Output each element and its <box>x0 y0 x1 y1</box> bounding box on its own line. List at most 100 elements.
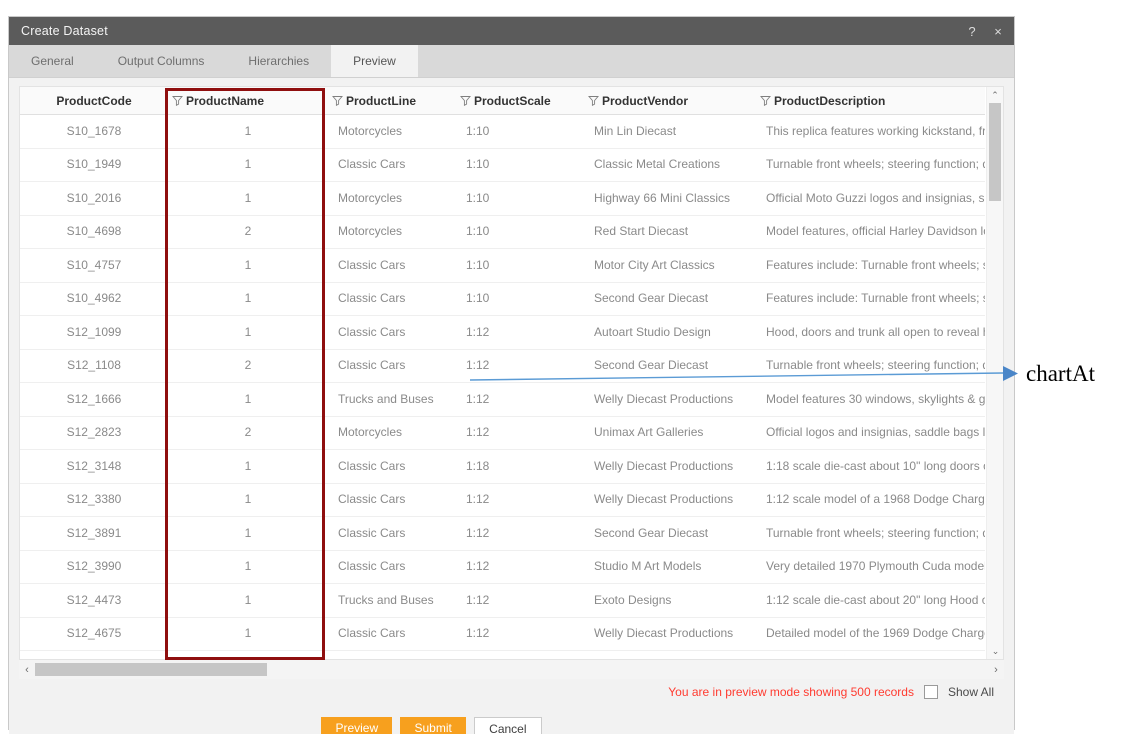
table-row[interactable]: S12_1666 1 Trucks and Buses 1:12 Welly Dieca… <box>20 383 985 417</box>
column-header-label: ProductVendor <box>602 93 689 108</box>
cell-productcode: S12_3148 <box>66 458 122 473</box>
tab-general[interactable]: General <box>9 45 96 77</box>
column-header-productcode[interactable]: ProductCode <box>20 87 168 115</box>
dialog-titlebar: Create Dataset ? × <box>9 17 1014 45</box>
table-row[interactable]: S12_4473 1 Trucks and Buses 1:12 Exoto Desig… <box>20 584 985 618</box>
cell-productcode: S12_1108 <box>67 358 121 372</box>
tab-hierarchies[interactable]: Hierarchies <box>226 45 331 77</box>
cell-productcode: S12_4473 <box>66 592 122 607</box>
cell-productcode: S12_4675 <box>66 626 122 640</box>
cell-productdescription: Features include: Turnable front wheels;… <box>766 291 985 305</box>
cell-productcode: S10_4757 <box>66 257 122 272</box>
scroll-down-icon[interactable]: ⌄ <box>987 643 1003 659</box>
table-row[interactable]: S12_1099 1 Classic Cars 1:12 Autoart Studio … <box>20 316 985 350</box>
cell-productvendor: Studio M Art Models <box>594 559 702 573</box>
column-header-productline[interactable]: ProductLine <box>328 87 456 115</box>
filter-icon[interactable] <box>756 95 774 106</box>
filter-icon[interactable] <box>456 95 474 106</box>
cell-productscale: 1:12 <box>466 492 490 506</box>
submit-button[interactable]: Submit <box>400 717 467 734</box>
table-row[interactable]: S10_2016 1 Motorcycles 1:10 Highway 66 Mini … <box>20 182 985 216</box>
cell-productscale: 1:12 <box>466 324 490 339</box>
table-row[interactable]: S10_4757 1 Classic Cars 1:10 Motor City Art … <box>20 249 985 283</box>
cell-productname: 1 <box>244 525 252 540</box>
cell-productline: Trucks and Buses <box>338 592 434 607</box>
scroll-left-icon[interactable]: ‹ <box>19 664 35 676</box>
cell-productscale: 1:12 <box>466 391 490 406</box>
column-header-label: ProductLine <box>346 93 417 108</box>
tab-preview[interactable]: Preview <box>331 45 418 77</box>
table-row[interactable]: S10_4698 2 Motorcycles 1:10 Red Start Diecas… <box>20 215 985 249</box>
cell-productname: 1 <box>244 458 252 473</box>
table-row[interactable]: S12_3380 1 Classic Cars 1:12 Welly Diecast P… <box>20 483 985 517</box>
cell-productvendor: Highway 66 Mini Classics <box>594 190 731 205</box>
cell-productcode: S12_3380 <box>66 492 122 506</box>
table-row[interactable]: S12_2823 2 Motorcycles 1:12 Unimax Art Galle… <box>20 416 985 450</box>
column-header-productvendor[interactable]: ProductVendor <box>584 87 756 115</box>
table-row[interactable]: S12_4675 1 Classic Cars 1:12 Welly Diecast P… <box>20 617 985 651</box>
cell-productcode: S10_1678 <box>66 123 122 138</box>
cell-productscale: 1:10 <box>466 157 490 171</box>
cell-productname: 1 <box>244 324 252 339</box>
cell-productname: 2 <box>244 358 252 372</box>
cell-productvendor: Motor City Art Classics <box>594 257 715 272</box>
scroll-up-icon[interactable]: ⌃ <box>987 87 1003 103</box>
filter-icon[interactable] <box>584 95 602 106</box>
cell-productscale: 1:12 <box>466 559 490 573</box>
cell-productname: 2 <box>244 425 252 439</box>
cell-productcode: S10_4962 <box>66 291 122 305</box>
cell-productline: Motorcycles <box>338 425 403 439</box>
cell-productscale: 1:18 <box>466 458 490 473</box>
cell-productdescription: Hood, doors and trunk all open to reveal… <box>766 324 985 339</box>
column-header-productname[interactable]: ProductName <box>168 87 328 115</box>
titlebar-actions: ? × <box>966 17 1004 45</box>
filter-icon[interactable] <box>168 95 186 106</box>
table-row[interactable]: S12_3148 1 Classic Cars 1:18 Welly Diecast P… <box>20 450 985 484</box>
cell-productvendor: Red Start Diecast <box>594 224 689 238</box>
cell-productcode: S10_2016 <box>66 190 122 205</box>
show-all-checkbox[interactable] <box>923 685 938 699</box>
table-row[interactable]: S12_1108 2 Classic Cars 1:12 Second Gear Die… <box>20 349 985 383</box>
cell-productname: 2 <box>244 224 252 238</box>
cell-productline: Motorcycles <box>338 190 403 205</box>
table-row[interactable]: S12_3990 1 Classic Cars 1:12 Studio M Art Mo… <box>20 550 985 584</box>
cell-productcode: S12_1099 <box>66 324 122 339</box>
column-header-label: ProductName <box>186 93 265 108</box>
table-row[interactable]: S10_1949 1 Classic Cars 1:10 Classic Metal C… <box>20 148 985 182</box>
cell-productvendor: Welly Diecast Productions <box>594 492 734 506</box>
tab-output-columns[interactable]: Output Columns <box>96 45 227 77</box>
preview-button[interactable]: Preview <box>321 717 393 734</box>
table-row[interactable]: S12_3891 1 Classic Cars 1:12 Second Gear Die… <box>20 517 985 551</box>
close-icon[interactable]: × <box>992 25 1004 38</box>
dialog-title: Create Dataset <box>21 24 108 38</box>
preview-data-grid: ProductCode ProductName ProductLine Prod… <box>19 86 1004 660</box>
cell-productname: 1 <box>244 391 252 406</box>
cell-productscale: 1:10 <box>466 257 490 272</box>
vertical-scrollbar-thumb[interactable] <box>989 103 1001 201</box>
horizontal-scrollbar-thumb[interactable] <box>35 663 267 676</box>
column-header-productdescription[interactable]: ProductDescription <box>756 87 985 115</box>
filter-icon[interactable] <box>328 95 346 106</box>
table-row[interactable]: S10_1678 1 Motorcycles 1:10 Min Lin Diecast T… <box>20 115 985 149</box>
cancel-button[interactable]: Cancel <box>474 717 542 734</box>
tab-strip: General Output Columns Hierarchies Previ… <box>9 45 1014 78</box>
cell-productline: Classic Cars <box>338 492 406 506</box>
scroll-right-icon[interactable]: › <box>988 664 1004 676</box>
cell-productdescription: Turnable front wheels; steering function… <box>766 358 985 372</box>
cell-productscale: 1:10 <box>466 291 490 305</box>
column-header-productscale[interactable]: ProductScale <box>456 87 584 115</box>
cell-productline: Motorcycles <box>338 123 403 138</box>
cell-productdescription: 1:12 scale die-cast about 20" long Hood … <box>766 592 985 607</box>
cell-productdescription: Very detailed 1970 Plymouth Cuda model i… <box>766 559 985 573</box>
help-icon[interactable]: ? <box>966 25 978 38</box>
cell-productvendor: Welly Diecast Productions <box>594 626 734 640</box>
horizontal-scrollbar-track[interactable] <box>35 663 988 676</box>
table-row[interactable]: S10_4962 1 Classic Cars 1:10 Second Gear Die… <box>20 282 985 316</box>
cell-productdescription: Turnable front wheels; steering function… <box>766 525 985 540</box>
horizontal-scrollbar[interactable]: ‹ › <box>19 660 1004 679</box>
grid-rows: S10_1678 1 Motorcycles 1:10 Min Lin Diecast T… <box>20 115 985 651</box>
cell-productdescription: Turnable front wheels; steering function… <box>766 157 985 171</box>
vertical-scrollbar[interactable]: ⌃ ⌄ <box>986 87 1003 659</box>
show-all-label[interactable]: Show All <box>948 685 994 699</box>
cell-productname: 1 <box>244 123 252 138</box>
